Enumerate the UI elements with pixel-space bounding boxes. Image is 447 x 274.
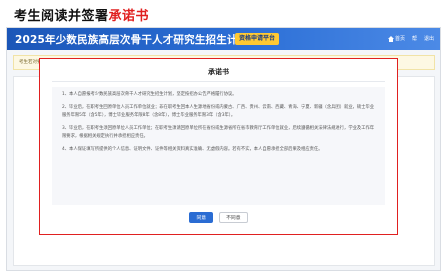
page-caption: 考生阅读并签署承诺书 — [14, 5, 150, 24]
header-bar: 2025年少数民族高层次骨干人才研究生招生计划 资格申请平台 首页 帮 退出 — [7, 28, 440, 50]
header-nav: 首页 帮 退出 — [387, 35, 434, 42]
caption-highlight: 承诺书 — [108, 9, 150, 24]
nav-home[interactable]: 首页 — [387, 35, 405, 42]
platform-badge: 资格申请平台 — [235, 33, 280, 45]
pledge-dialog: 承诺书 1、本人自愿报考少数民族高层次骨干人才研究生招生计划，坚定按招办公告严格… — [39, 58, 398, 235]
pledge-paragraph-2: 2、毕业后，在职考生回原单位人员工作单位就业；非在职考生回本人生源地省份或内蒙古… — [62, 105, 375, 118]
home-icon — [387, 35, 394, 42]
pledge-actions: 同意 不同意 — [40, 212, 397, 223]
pledge-body: 1、本人自愿报考少数民族高层次骨干人才研究生招生计划，坚定按招办公告严格履行协议… — [52, 87, 385, 205]
nav-logout[interactable]: 退出 — [424, 35, 434, 42]
pledge-paragraph-3: 3、毕业后，在职考生须回原单位人员工作单位；在职考生须请回原单位所在省份或生源省… — [62, 126, 375, 139]
nav-help[interactable]: 帮 — [412, 35, 417, 42]
caption-prefix: 考生阅读并签署 — [14, 9, 109, 24]
nav-home-label: 首页 — [394, 36, 405, 42]
site-title: 2025年少数民族高层次骨干人才研究生招生计划 — [15, 34, 249, 46]
pledge-paragraph-1: 1、本人自愿报考少数民族高层次骨干人才研究生招生计划，坚定按招办公告严格履行协议… — [62, 92, 237, 97]
pledge-title: 承诺书 — [208, 68, 229, 76]
pledge-paragraph-4: 4、本人保证填写所提供的个人信息、证明文件、证件等相关资料真实准确、无虚假内容。… — [62, 147, 323, 152]
disagree-button[interactable]: 不同意 — [219, 212, 248, 223]
divider — [52, 81, 385, 82]
agree-button[interactable]: 同意 — [189, 212, 214, 223]
